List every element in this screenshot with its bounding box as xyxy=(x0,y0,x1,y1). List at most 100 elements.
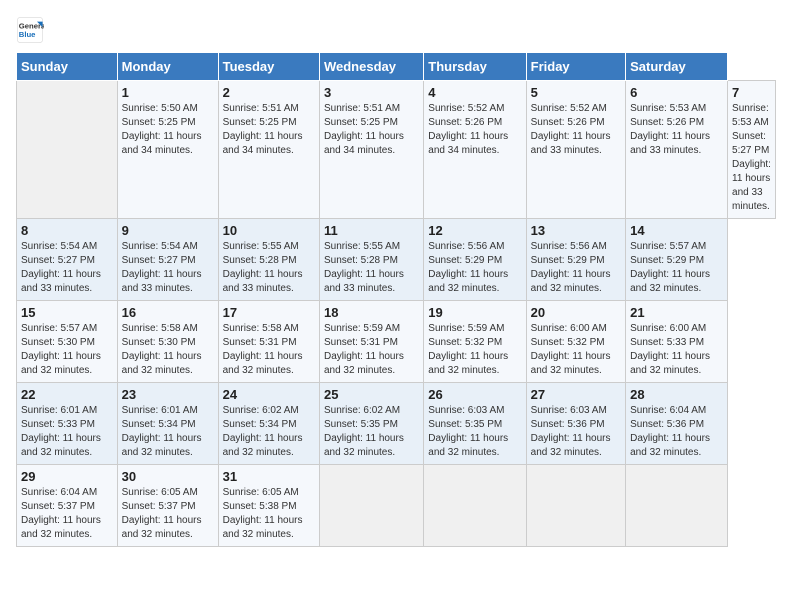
day-info: Sunrise: 5:56 AM Sunset: 5:29 PM Dayligh… xyxy=(531,240,621,296)
calendar-day-cell xyxy=(424,465,526,547)
day-number: 21 xyxy=(630,305,723,320)
day-number: 10 xyxy=(223,223,315,238)
logo: General Blue xyxy=(16,16,44,44)
day-info: Sunrise: 5:55 AM Sunset: 5:28 PM Dayligh… xyxy=(223,240,315,296)
day-info: Sunrise: 6:03 AM Sunset: 5:35 PM Dayligh… xyxy=(428,404,521,460)
day-info: Sunrise: 5:58 AM Sunset: 5:31 PM Dayligh… xyxy=(223,322,315,378)
calendar-day-cell: 4 Sunrise: 5:52 AM Sunset: 5:26 PM Daylig… xyxy=(424,81,526,219)
day-number: 20 xyxy=(531,305,621,320)
day-number: 7 xyxy=(732,85,771,100)
calendar-week-row: 1Sunrise: 5:50 AM Sunset: 5:25 PM Daylig… xyxy=(17,81,776,219)
day-info: Sunrise: 6:05 AM Sunset: 5:37 PM Dayligh… xyxy=(122,486,214,542)
calendar-day-cell xyxy=(626,465,728,547)
day-number: 15 xyxy=(21,305,113,320)
calendar-table: SundayMondayTuesdayWednesdayThursdayFrid… xyxy=(16,52,776,547)
calendar-day-cell: 24Sunrise: 6:02 AM Sunset: 5:34 PM Dayli… xyxy=(218,383,319,465)
calendar-day-cell: 5 Sunrise: 5:52 AM Sunset: 5:26 PM Daylig… xyxy=(526,81,625,219)
day-info: Sunrise: 5:51 AM Sunset: 5:25 PM Dayligh… xyxy=(324,102,419,158)
day-number: 4 xyxy=(428,85,521,100)
calendar-day-cell: 30 Sunrise: 6:05 AM Sunset: 5:37 PM Dayli… xyxy=(117,465,218,547)
calendar-day-cell: 11 Sunrise: 5:55 AM Sunset: 5:28 PM Dayli… xyxy=(319,219,423,301)
calendar-day-cell: 1Sunrise: 5:50 AM Sunset: 5:25 PM Daylig… xyxy=(117,81,218,219)
calendar-day-cell: 8 Sunrise: 5:54 AM Sunset: 5:27 PM Daylig… xyxy=(17,219,118,301)
page-header: General Blue xyxy=(16,16,776,44)
calendar-day-cell: 28 Sunrise: 6:04 AM Sunset: 5:36 PM Dayli… xyxy=(626,383,728,465)
day-number: 25 xyxy=(324,387,419,402)
day-info: Sunrise: 6:05 AM Sunset: 5:38 PM Dayligh… xyxy=(223,486,315,542)
day-number: 30 xyxy=(122,469,214,484)
calendar-week-row: 22 Sunrise: 6:01 AM Sunset: 5:33 PM Dayli… xyxy=(17,383,776,465)
weekday-header-cell: Monday xyxy=(117,53,218,81)
calendar-day-cell: 21 Sunrise: 6:00 AM Sunset: 5:33 PM Dayli… xyxy=(626,301,728,383)
day-info: Sunrise: 5:55 AM Sunset: 5:28 PM Dayligh… xyxy=(324,240,419,296)
day-number: 2 xyxy=(223,85,315,100)
day-info: Sunrise: 5:52 AM Sunset: 5:26 PM Dayligh… xyxy=(531,102,621,158)
calendar-day-cell: 7 Sunrise: 5:53 AM Sunset: 5:27 PM Daylig… xyxy=(728,81,776,219)
day-number: 6 xyxy=(630,85,723,100)
day-number: 8 xyxy=(21,223,113,238)
calendar-day-cell: 31Sunrise: 6:05 AM Sunset: 5:38 PM Dayli… xyxy=(218,465,319,547)
calendar-day-cell: 19 Sunrise: 5:59 AM Sunset: 5:32 PM Dayli… xyxy=(424,301,526,383)
day-info: Sunrise: 5:54 AM Sunset: 5:27 PM Dayligh… xyxy=(122,240,214,296)
day-number: 5 xyxy=(531,85,621,100)
calendar-day-cell: 18Sunrise: 5:59 AM Sunset: 5:31 PM Dayli… xyxy=(319,301,423,383)
logo-icon: General Blue xyxy=(16,16,44,44)
day-info: Sunrise: 5:52 AM Sunset: 5:26 PM Dayligh… xyxy=(428,102,521,158)
day-info: Sunrise: 6:00 AM Sunset: 5:32 PM Dayligh… xyxy=(531,322,621,378)
day-info: Sunrise: 6:03 AM Sunset: 5:36 PM Dayligh… xyxy=(531,404,621,460)
calendar-week-row: 8 Sunrise: 5:54 AM Sunset: 5:27 PM Daylig… xyxy=(17,219,776,301)
day-info: Sunrise: 6:04 AM Sunset: 5:36 PM Dayligh… xyxy=(630,404,723,460)
day-number: 16 xyxy=(122,305,214,320)
day-info: Sunrise: 5:59 AM Sunset: 5:32 PM Dayligh… xyxy=(428,322,521,378)
day-number: 1 xyxy=(122,85,214,100)
day-number: 17 xyxy=(223,305,315,320)
day-number: 11 xyxy=(324,223,419,238)
day-number: 12 xyxy=(428,223,521,238)
weekday-header-row: SundayMondayTuesdayWednesdayThursdayFrid… xyxy=(17,53,776,81)
day-info: Sunrise: 5:57 AM Sunset: 5:30 PM Dayligh… xyxy=(21,322,113,378)
day-number: 29 xyxy=(21,469,113,484)
day-number: 9 xyxy=(122,223,214,238)
calendar-day-cell: 10 Sunrise: 5:55 AM Sunset: 5:28 PM Dayli… xyxy=(218,219,319,301)
calendar-day-cell xyxy=(17,81,118,219)
calendar-day-cell: 15 Sunrise: 5:57 AM Sunset: 5:30 PM Dayli… xyxy=(17,301,118,383)
calendar-day-cell: 16 Sunrise: 5:58 AM Sunset: 5:30 PM Dayli… xyxy=(117,301,218,383)
day-info: Sunrise: 6:00 AM Sunset: 5:33 PM Dayligh… xyxy=(630,322,723,378)
calendar-day-cell: 13 Sunrise: 5:56 AM Sunset: 5:29 PM Dayli… xyxy=(526,219,625,301)
day-info: Sunrise: 6:01 AM Sunset: 5:33 PM Dayligh… xyxy=(21,404,113,460)
day-number: 18 xyxy=(324,305,419,320)
day-info: Sunrise: 6:02 AM Sunset: 5:34 PM Dayligh… xyxy=(223,404,315,460)
calendar-day-cell: 6Sunrise: 5:53 AM Sunset: 5:26 PM Daylig… xyxy=(626,81,728,219)
day-number: 28 xyxy=(630,387,723,402)
weekday-header-cell: Saturday xyxy=(626,53,728,81)
svg-text:Blue: Blue xyxy=(19,30,36,39)
calendar-body: 1Sunrise: 5:50 AM Sunset: 5:25 PM Daylig… xyxy=(17,81,776,547)
calendar-day-cell: 20 Sunrise: 6:00 AM Sunset: 5:32 PM Dayli… xyxy=(526,301,625,383)
day-number: 3 xyxy=(324,85,419,100)
day-info: Sunrise: 6:02 AM Sunset: 5:35 PM Dayligh… xyxy=(324,404,419,460)
calendar-day-cell: 17 Sunrise: 5:58 AM Sunset: 5:31 PM Dayli… xyxy=(218,301,319,383)
day-info: Sunrise: 6:04 AM Sunset: 5:37 PM Dayligh… xyxy=(21,486,113,542)
day-number: 22 xyxy=(21,387,113,402)
calendar-day-cell: 3 Sunrise: 5:51 AM Sunset: 5:25 PM Daylig… xyxy=(319,81,423,219)
calendar-day-cell: 2 Sunrise: 5:51 AM Sunset: 5:25 PM Daylig… xyxy=(218,81,319,219)
weekday-header-cell: Thursday xyxy=(424,53,526,81)
calendar-day-cell: 12 Sunrise: 5:56 AM Sunset: 5:29 PM Dayli… xyxy=(424,219,526,301)
calendar-day-cell: 22 Sunrise: 6:01 AM Sunset: 5:33 PM Dayli… xyxy=(17,383,118,465)
day-info: Sunrise: 5:53 AM Sunset: 5:27 PM Dayligh… xyxy=(732,102,771,214)
weekday-header-cell: Tuesday xyxy=(218,53,319,81)
calendar-day-cell: 9 Sunrise: 5:54 AM Sunset: 5:27 PM Daylig… xyxy=(117,219,218,301)
day-number: 13 xyxy=(531,223,621,238)
day-number: 19 xyxy=(428,305,521,320)
day-info: Sunrise: 5:58 AM Sunset: 5:30 PM Dayligh… xyxy=(122,322,214,378)
day-number: 26 xyxy=(428,387,521,402)
day-info: Sunrise: 5:56 AM Sunset: 5:29 PM Dayligh… xyxy=(428,240,521,296)
day-info: Sunrise: 5:51 AM Sunset: 5:25 PM Dayligh… xyxy=(223,102,315,158)
day-info: Sunrise: 5:57 AM Sunset: 5:29 PM Dayligh… xyxy=(630,240,723,296)
calendar-week-row: 29 Sunrise: 6:04 AM Sunset: 5:37 PM Dayli… xyxy=(17,465,776,547)
calendar-week-row: 15 Sunrise: 5:57 AM Sunset: 5:30 PM Dayli… xyxy=(17,301,776,383)
calendar-day-cell: 14Sunrise: 5:57 AM Sunset: 5:29 PM Dayli… xyxy=(626,219,728,301)
calendar-day-cell: 25 Sunrise: 6:02 AM Sunset: 5:35 PM Dayli… xyxy=(319,383,423,465)
day-number: 27 xyxy=(531,387,621,402)
day-info: Sunrise: 5:54 AM Sunset: 5:27 PM Dayligh… xyxy=(21,240,113,296)
